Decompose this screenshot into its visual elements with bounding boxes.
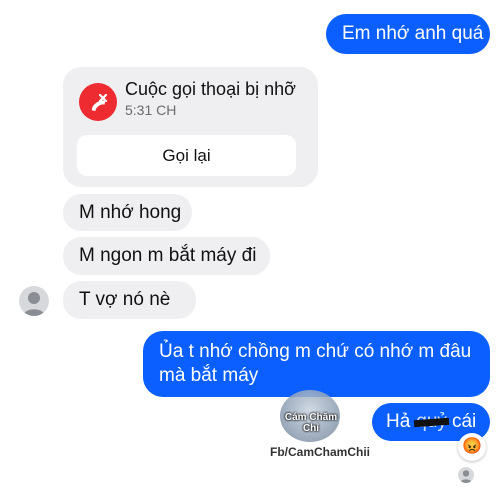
outgoing-message[interactable]: Em nhớ anh quá <box>326 14 490 54</box>
missed-call-icon <box>79 83 117 121</box>
censored-word: quỷ <box>416 411 447 432</box>
message-text-line-2: mà bắt máy <box>159 365 259 386</box>
message-text-end: cái <box>451 411 477 432</box>
missed-call-title: Cuộc gọi thoại bị nhỡ <box>125 79 296 99</box>
contact-avatar[interactable] <box>19 286 49 316</box>
message-text: M ngon m bắt máy đi <box>79 245 257 266</box>
read-receipt-avatar <box>458 467 474 483</box>
angry-face-icon[interactable]: 😡 <box>458 433 486 461</box>
reaction-emoji: 😡 <box>462 438 482 455</box>
missed-call-card: Cuộc gọi thoại bị nhỡ 5:31 CH Gọi lại <box>63 67 318 187</box>
incoming-message[interactable]: M nhớ hong <box>63 194 192 231</box>
outgoing-message[interactable]: Ủa t nhớ chồng m chứ có nhớ m đâu mà bắt… <box>143 331 490 397</box>
message-text-line-1: Ủa t nhớ chồng m chứ có nhớ m đâu <box>159 341 472 362</box>
missed-call-time: 5:31 CH <box>125 102 177 118</box>
message-text: T vợ nó nè <box>79 289 171 310</box>
message-text-start: Hả <box>386 411 411 432</box>
default-avatar-icon <box>460 470 472 483</box>
message-text: M nhớ hong <box>79 201 182 223</box>
watermark-name: Cám Chăm Chỉ <box>284 412 338 434</box>
default-avatar-icon <box>23 292 45 316</box>
incoming-message[interactable]: T vợ nó nè <box>63 281 196 319</box>
incoming-message[interactable]: M ngon m bắt máy đi <box>63 237 270 275</box>
watermark-handle: Fb/CamChamChii <box>270 445 371 459</box>
watermark: Cám Chăm Chỉ Fb/CamChamChii <box>270 390 370 460</box>
call-back-button[interactable]: Gọi lại <box>77 135 296 176</box>
message-text: Em nhớ anh quá <box>342 23 484 44</box>
